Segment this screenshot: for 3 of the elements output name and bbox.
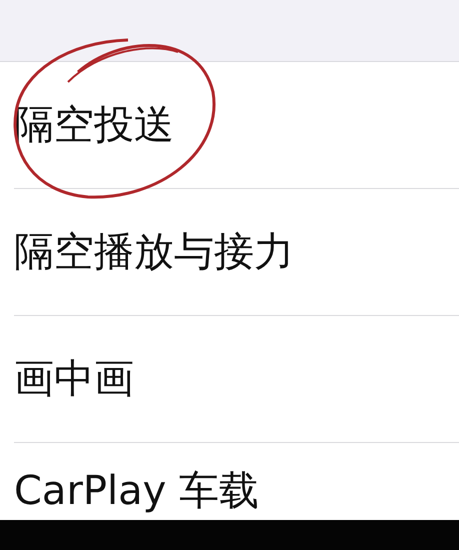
settings-item[interactable]: CarPlay 车载	[14, 467, 260, 515]
settings-item[interactable]: 隔空播放与接力	[14, 228, 294, 276]
settings-item[interactable]: 画中画	[14, 355, 134, 403]
